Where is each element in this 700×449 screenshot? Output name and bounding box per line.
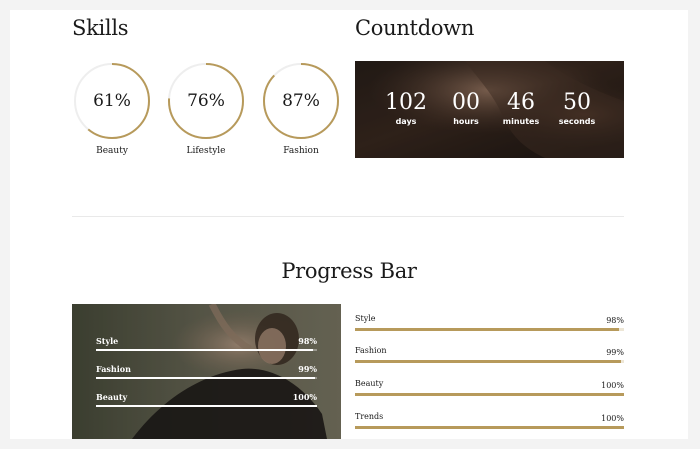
skill-percent: 87% [282, 91, 320, 111]
progress-value: 98% [606, 316, 624, 325]
progress-title: Progress Bar [281, 259, 417, 283]
countdown-label: minutes [502, 117, 540, 126]
countdown-label: days [395, 117, 417, 126]
skill-ring-beauty: 61% [72, 61, 152, 141]
progress-fill [355, 360, 622, 363]
progress-label: Fashion [355, 346, 387, 355]
progress-photo-panel: Style 98% Fashion 99% Beauty 100% [72, 304, 341, 439]
countdown-value: 00 [452, 90, 480, 115]
progress-track [96, 405, 317, 407]
countdown-days: 102 days [381, 90, 431, 127]
countdown-title: Countdown [355, 16, 475, 40]
countdown-hours: 00 hours [441, 90, 491, 127]
progress-value: 100% [601, 381, 624, 390]
progress-value: 99% [606, 348, 624, 357]
progress-value: 100% [601, 414, 624, 423]
skill-percent: 76% [187, 91, 225, 111]
progress-label: Beauty [355, 379, 384, 388]
countdown-minutes: 46 minutes [496, 90, 546, 127]
skill-label: Lifestyle [186, 146, 226, 156]
progress-label: Style [355, 314, 376, 323]
skill-label: Fashion [283, 146, 319, 156]
progress-track [96, 349, 317, 351]
countdown-value: 102 [385, 90, 427, 115]
skill-label: Beauty [96, 146, 128, 156]
countdown-panel: 102 days 00 hours 46 minutes 50 seconds [355, 61, 624, 158]
progress-fill [96, 349, 313, 351]
skills-title: Skills [72, 16, 129, 40]
progress-fill [355, 328, 619, 331]
skill-ring-lifestyle: 76% [166, 61, 246, 141]
progress-fill [355, 426, 624, 429]
progress-label: Style [96, 336, 119, 346]
section-divider [72, 216, 624, 217]
progress-track [355, 393, 624, 396]
progress-track [355, 328, 624, 331]
countdown-value: 46 [507, 90, 535, 115]
progress-track [355, 360, 624, 363]
progress-track [355, 426, 624, 429]
countdown-label: hours [453, 117, 479, 126]
progress-value: 98% [298, 336, 317, 346]
progress-fill [96, 377, 315, 379]
progress-value: 100% [292, 392, 317, 402]
progress-label: Beauty [96, 392, 128, 402]
countdown-seconds: 50 seconds [552, 90, 602, 127]
skill-percent: 61% [93, 91, 131, 111]
countdown-label: seconds [558, 117, 596, 126]
progress-fill [96, 405, 317, 407]
progress-label: Trends [355, 412, 384, 421]
progress-fill [355, 393, 624, 396]
progress-value: 99% [298, 364, 317, 374]
skill-ring-fashion: 87% [261, 61, 341, 141]
progress-label: Fashion [96, 364, 131, 374]
countdown-value: 50 [563, 90, 591, 115]
progress-track [96, 377, 317, 379]
page: Skills 61% Beauty 76% Lifestyle 87% Fash… [10, 10, 688, 439]
